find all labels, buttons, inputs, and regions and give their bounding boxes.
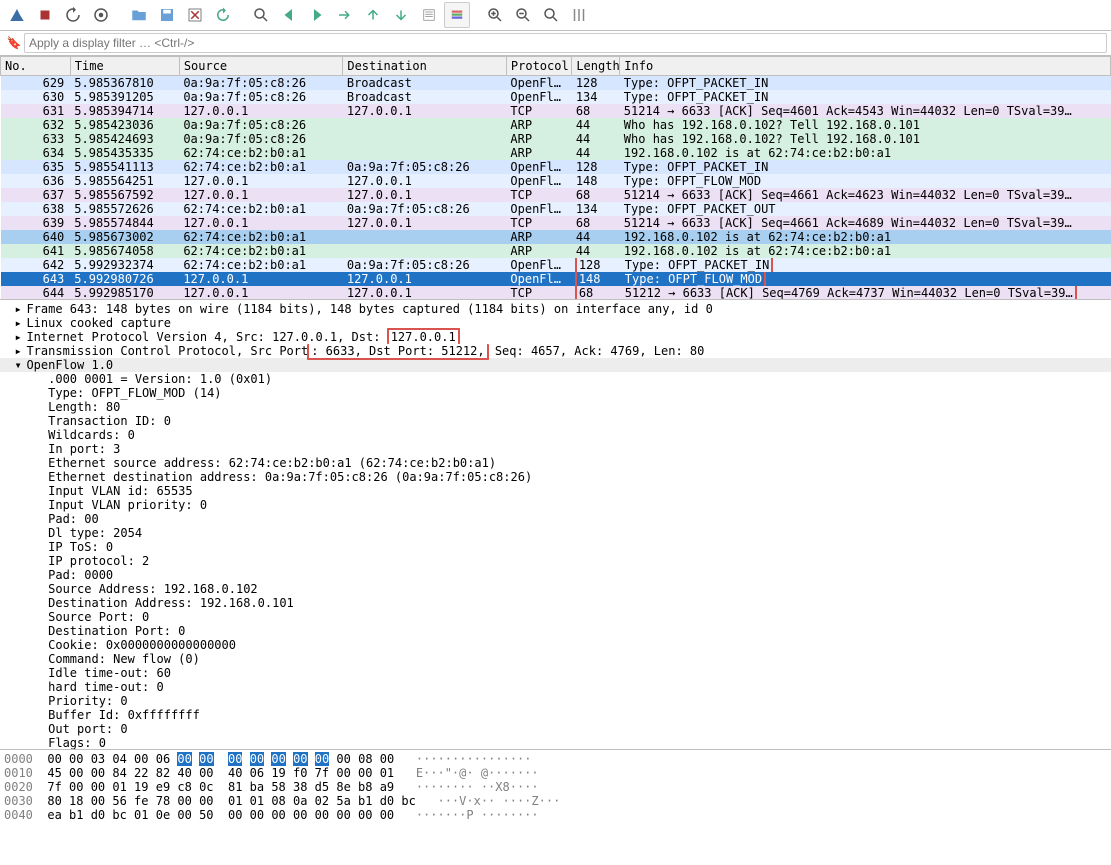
tree-node[interactable]: Transaction ID: 0 xyxy=(0,414,1111,428)
restart-capture-icon[interactable] xyxy=(60,2,86,28)
tree-node[interactable]: ▾ OpenFlow 1.0 xyxy=(0,358,1111,372)
tree-node[interactable]: IP ToS: 0 xyxy=(0,540,1111,554)
auto-scroll-icon[interactable] xyxy=(416,2,442,28)
packet-row[interactable]: 6445.992985170127.0.0.1127.0.0.1TCP68512… xyxy=(1,286,1111,300)
packet-row[interactable]: 6355.98554111362:74:ce:b2:b0:a10a:9a:7f:… xyxy=(1,160,1111,174)
packet-row[interactable]: 6375.985567592127.0.0.1127.0.0.1TCP68512… xyxy=(1,188,1111,202)
tree-node[interactable]: ▸ Linux cooked capture xyxy=(0,316,1111,330)
packet-row[interactable]: 6365.985564251127.0.0.1127.0.0.1OpenFl…1… xyxy=(1,174,1111,188)
display-filter-input[interactable] xyxy=(24,33,1107,53)
go-to-packet-icon[interactable] xyxy=(332,2,358,28)
go-last-icon[interactable] xyxy=(388,2,414,28)
col-protocol[interactable]: Protocol xyxy=(506,57,571,76)
tree-node[interactable]: Destination Address: 192.168.0.101 xyxy=(0,596,1111,610)
tree-node[interactable]: Cookie: 0x0000000000000000 xyxy=(0,638,1111,652)
tree-node[interactable]: Wildcards: 0 xyxy=(0,428,1111,442)
bookmark-icon[interactable]: 🔖 xyxy=(4,33,24,53)
packet-row[interactable]: 6405.98567300262:74:ce:b2:b0:a1ARP44192.… xyxy=(1,230,1111,244)
tree-node[interactable]: Source Port: 0 xyxy=(0,610,1111,624)
stop-capture-icon[interactable] xyxy=(32,2,58,28)
tree-node[interactable]: Flags: 0 xyxy=(0,736,1111,750)
packet-row[interactable]: 6435.992980726127.0.0.1127.0.0.1OpenFl…1… xyxy=(1,272,1111,286)
tree-node[interactable]: ▸ Frame 643: 148 bytes on wire (1184 bit… xyxy=(0,302,1111,316)
col-length[interactable]: Length xyxy=(572,57,620,76)
packet-bytes-pane[interactable]: 0000 00 00 03 04 00 06 00 00 00 00 00 00… xyxy=(0,750,1111,830)
col-destination[interactable]: Destination xyxy=(343,57,507,76)
tree-node[interactable]: IP protocol: 2 xyxy=(0,554,1111,568)
hex-line[interactable]: 0020 7f 00 00 01 19 e9 c8 0c 81 ba 58 38… xyxy=(4,780,1107,794)
packet-row[interactable]: 6335.9854246930a:9a:7f:05:c8:26ARP44Who … xyxy=(1,132,1111,146)
tree-node[interactable]: .000 0001 = Version: 1.0 (0x01) xyxy=(0,372,1111,386)
go-forward-icon[interactable] xyxy=(304,2,330,28)
tree-node[interactable]: Type: OFPT_FLOW_MOD (14) xyxy=(0,386,1111,400)
tree-node[interactable]: Ethernet destination address: 0a:9a:7f:0… xyxy=(0,470,1111,484)
tree-node[interactable]: Priority: 0 xyxy=(0,694,1111,708)
go-first-icon[interactable] xyxy=(360,2,386,28)
zoom-out-icon[interactable] xyxy=(510,2,536,28)
tree-node[interactable]: Command: New flow (0) xyxy=(0,652,1111,666)
close-file-icon[interactable] xyxy=(182,2,208,28)
tree-node[interactable]: Length: 80 xyxy=(0,400,1111,414)
zoom-reset-icon[interactable] xyxy=(538,2,564,28)
packet-row[interactable]: 6425.99293237462:74:ce:b2:b0:a10a:9a:7f:… xyxy=(1,258,1111,272)
tree-node[interactable]: hard time-out: 0 xyxy=(0,680,1111,694)
hex-line[interactable]: 0000 00 00 03 04 00 06 00 00 00 00 00 00… xyxy=(4,752,1107,766)
col-time[interactable]: Time xyxy=(70,57,179,76)
packet-details-pane[interactable]: ▸ Frame 643: 148 bytes on wire (1184 bit… xyxy=(0,300,1111,750)
display-filter-bar: 🔖 xyxy=(0,31,1111,56)
tree-node[interactable]: Idle time-out: 60 xyxy=(0,666,1111,680)
tree-node[interactable]: Input VLAN id: 65535 xyxy=(0,484,1111,498)
packet-row[interactable]: 6345.98543533562:74:ce:b2:b0:a1ARP44192.… xyxy=(1,146,1111,160)
tree-node[interactable]: Destination Port: 0 xyxy=(0,624,1111,638)
go-back-icon[interactable] xyxy=(276,2,302,28)
resize-columns-icon[interactable] xyxy=(566,2,592,28)
packet-row[interactable]: 6325.9854230360a:9a:7f:05:c8:26ARP44Who … xyxy=(1,118,1111,132)
tree-node[interactable]: ▸ Internet Protocol Version 4, Src: 127.… xyxy=(0,330,1111,344)
hex-line[interactable]: 0030 80 18 00 56 fe 78 00 00 01 01 08 0a… xyxy=(4,794,1107,808)
packet-row[interactable]: 6395.985574844127.0.0.1127.0.0.1TCP68512… xyxy=(1,216,1111,230)
packet-row[interactable]: 6315.985394714127.0.0.1127.0.0.1TCP68512… xyxy=(1,104,1111,118)
capture-options-icon[interactable] xyxy=(88,2,114,28)
tree-node[interactable]: Source Address: 192.168.0.102 xyxy=(0,582,1111,596)
col-source[interactable]: Source xyxy=(179,57,343,76)
col-info[interactable]: Info xyxy=(620,57,1111,76)
packet-row[interactable]: 6385.98557262662:74:ce:b2:b0:a10a:9a:7f:… xyxy=(1,202,1111,216)
open-file-icon[interactable] xyxy=(126,2,152,28)
packet-list-pane[interactable]: No.TimeSourceDestinationProtocolLengthIn… xyxy=(0,56,1111,300)
tree-node[interactable]: Buffer Id: 0xffffffff xyxy=(0,708,1111,722)
tree-node[interactable]: Pad: 00 xyxy=(0,512,1111,526)
packet-list-header[interactable]: No.TimeSourceDestinationProtocolLengthIn… xyxy=(1,57,1111,76)
hex-line[interactable]: 0040 ea b1 d0 bc 01 0e 00 50 00 00 00 00… xyxy=(4,808,1107,822)
colorize-icon[interactable] xyxy=(444,2,470,28)
packet-row[interactable]: 6415.98567405862:74:ce:b2:b0:a1ARP44192.… xyxy=(1,244,1111,258)
tree-node[interactable]: ▸ Transmission Control Protocol, Src Por… xyxy=(0,344,1111,358)
reload-file-icon[interactable] xyxy=(210,2,236,28)
tree-node[interactable]: In port: 3 xyxy=(0,442,1111,456)
tree-node[interactable]: Ethernet source address: 62:74:ce:b2:b0:… xyxy=(0,456,1111,470)
main-toolbar xyxy=(0,0,1111,31)
tree-node[interactable]: Pad: 0000 xyxy=(0,568,1111,582)
packet-row[interactable]: 6295.9853678100a:9a:7f:05:c8:26Broadcast… xyxy=(1,76,1111,91)
tree-node[interactable]: Out port: 0 xyxy=(0,722,1111,736)
zoom-in-icon[interactable] xyxy=(482,2,508,28)
tree-node[interactable]: Dl type: 2054 xyxy=(0,526,1111,540)
packet-row[interactable]: 6305.9853912050a:9a:7f:05:c8:26Broadcast… xyxy=(1,90,1111,104)
hex-line[interactable]: 0010 45 00 00 84 22 82 40 00 40 06 19 f0… xyxy=(4,766,1107,780)
find-packet-icon[interactable] xyxy=(248,2,274,28)
save-file-icon[interactable] xyxy=(154,2,180,28)
tree-node[interactable]: Input VLAN priority: 0 xyxy=(0,498,1111,512)
shark-fin-icon[interactable] xyxy=(4,2,30,28)
col-no[interactable]: No. xyxy=(1,57,71,76)
